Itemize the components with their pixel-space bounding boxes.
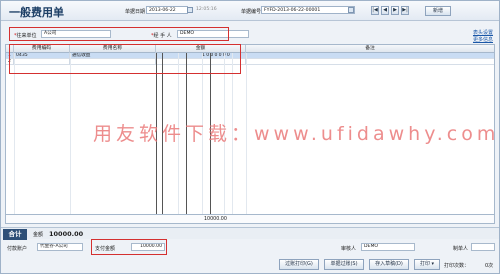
doc-date-field[interactable]: 2013-06-22 — [146, 6, 188, 14]
print-count-value: 0次 — [485, 263, 494, 269]
more-info-link[interactable]: 更多信息 — [473, 36, 493, 43]
calendar-icon[interactable] — [187, 7, 193, 13]
doc-no-label: 单据编号 — [241, 9, 262, 15]
pay-account-label: 付款账户 — [7, 246, 28, 252]
grid-footer-total: 10000.00 — [204, 217, 227, 222]
payment-highlight-box — [91, 239, 167, 255]
print-button[interactable]: 打印 ▾ — [414, 259, 440, 270]
print-button-label: 打印 — [419, 261, 430, 267]
doc-no-dropdown-icon[interactable] — [348, 7, 354, 13]
post-print-button[interactable]: 过账打印(G) — [279, 259, 319, 270]
header-bar: 一般费用单 单据日期 2013-06-22 12:05:16 单据编号 FYFD… — [1, 1, 499, 21]
maker-field[interactable] — [471, 243, 495, 251]
doc-date-label: 单据日期 — [125, 9, 146, 15]
pay-account-field[interactable]: 代金券-A公司 — [37, 243, 83, 251]
header-highlight-box — [9, 27, 229, 41]
watermark-text: 用友软件下载：www.ufidawhy.com — [93, 123, 500, 145]
header-settings-link[interactable]: 表头设置 — [473, 29, 493, 36]
print-count-label: 打印次数： — [444, 263, 470, 269]
remark-cell[interactable] — [246, 59, 494, 65]
save-draft-button[interactable]: 存入草稿(D) — [369, 259, 409, 270]
prev-record-button[interactable]: ◀ — [381, 6, 389, 15]
maker-label: 制单人 — [453, 246, 469, 252]
summary-tab[interactable]: 合计 — [3, 229, 27, 240]
expense-voucher-window: 一般费用单 单据日期 2013-06-22 12:05:16 单据编号 FYFD… — [0, 0, 500, 274]
reviewer-label: 审核人 — [341, 246, 357, 252]
grid-highlight-box — [9, 44, 241, 74]
col-remark: 备注 — [365, 46, 375, 51]
summary-amount-label: 金额 — [33, 232, 44, 238]
doc-time-field[interactable]: 12:05:16 — [196, 6, 217, 14]
doc-no-field[interactable]: FYFD-2013-06-22-00001 — [261, 6, 355, 14]
grid-line — [14, 53, 15, 222]
new-button[interactable]: 新增 — [425, 6, 451, 16]
next-record-button[interactable]: ▶ — [391, 6, 399, 15]
post-button[interactable]: 单据过账(S) — [324, 259, 364, 270]
last-record-button[interactable]: ▶| — [401, 6, 409, 15]
page-title: 一般费用单 — [9, 6, 64, 19]
grid-line — [70, 53, 71, 222]
reviewer-field[interactable]: DEMO — [361, 243, 415, 251]
first-record-button[interactable]: |◀ — [371, 6, 379, 15]
summary-amount-value: 10000.00 — [49, 230, 84, 238]
grid-footer: 10000.00 — [6, 214, 494, 223]
